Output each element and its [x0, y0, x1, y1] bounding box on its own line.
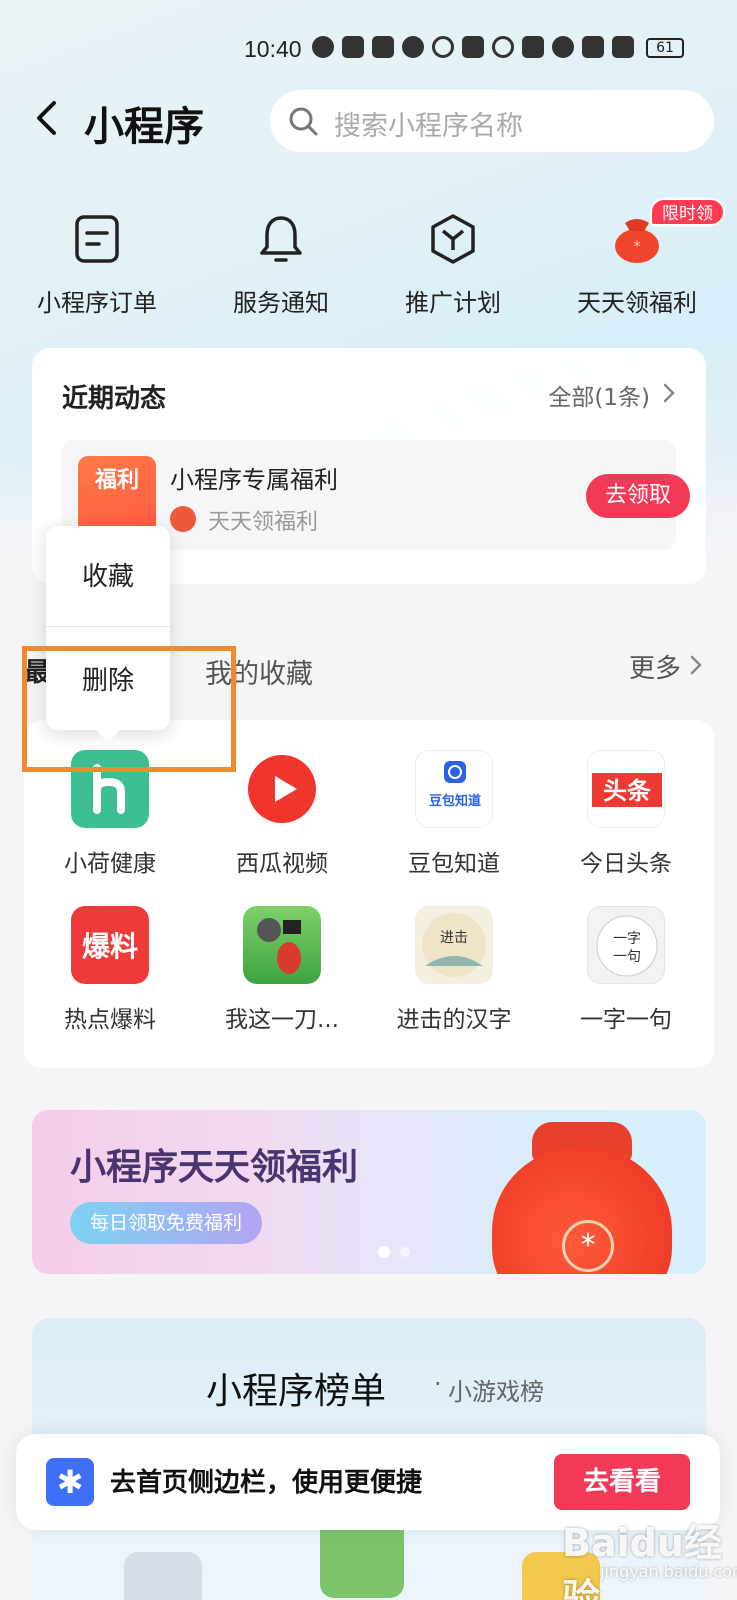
banner-pill: 每日领取免费福利: [70, 1202, 263, 1244]
more-link[interactable]: 更多: [629, 648, 681, 685]
star-icon: *: [562, 1220, 614, 1272]
bell-icon: [260, 216, 302, 262]
ranking-subtitle[interactable]: 小游戏榜: [448, 1372, 544, 1407]
app-label: 我这一刀...: [225, 1007, 339, 1033]
welfare-banner[interactable]: 小程序天天领福利 每日领取免费福利 *: [32, 1110, 706, 1274]
svg-text:豆包知道: 豆包知道: [429, 793, 481, 809]
carousel-dot: [400, 1247, 410, 1257]
ranking-app-icon[interactable]: [124, 1552, 202, 1600]
highlight-box: [22, 646, 236, 772]
app-label: 豆包知道: [408, 851, 500, 877]
quick-action-label: 天天领福利: [577, 289, 697, 317]
chat-icon: [402, 36, 424, 58]
status-icons: [312, 36, 634, 58]
yiziyiju-icon: 一字 一句: [587, 906, 665, 984]
xigua-video-icon: [243, 750, 321, 828]
eye-icon: [432, 36, 454, 58]
carousel-dot-active: [378, 1246, 390, 1258]
search-placeholder: 搜索小程序名称: [334, 111, 523, 142]
asterisk-icon: ✱: [46, 1458, 94, 1506]
app-tile[interactable]: 一字 一句 一字一句: [540, 876, 712, 1033]
banner-title: 小程序天天领福利: [70, 1147, 359, 1188]
app-label: 西瓜视频: [236, 851, 328, 877]
quick-action-label: 小程序订单: [37, 289, 157, 317]
lucky-bag-icon: [170, 506, 196, 532]
quick-action-label: 服务通知: [233, 289, 329, 317]
recent-all-link[interactable]: 全部(1条): [548, 378, 650, 412]
watermark-url: jingyan.baidu.com: [600, 1562, 737, 1581]
hand-icon: [342, 36, 364, 58]
alarm-icon: [492, 36, 514, 58]
app-label: 小荷健康: [64, 851, 156, 877]
app-label: 热点爆料: [64, 1007, 156, 1033]
app-notification-icon: [312, 36, 334, 58]
recent-item-source: 天天领福利: [208, 510, 319, 535]
battery-indicator: 61: [646, 38, 684, 58]
app-label: 进击的汉字: [396, 1007, 512, 1033]
signal-icon: [612, 36, 634, 58]
claim-button[interactable]: 去领取: [586, 474, 690, 518]
order-icon: [75, 215, 119, 263]
welfare-thumb-text: 福利: [94, 468, 139, 493]
toutiao-icon: 头条: [587, 750, 665, 828]
app-label: 一字一句: [580, 1007, 672, 1033]
go-see-button[interactable]: 去看看: [554, 1454, 690, 1510]
ranking-title: 小程序榜单: [206, 1371, 387, 1412]
cube-icon: [431, 214, 475, 264]
svg-text:爆料: 爆料: [82, 930, 138, 963]
wifi-icon: [552, 36, 574, 58]
menu-divider: [46, 626, 170, 627]
svg-text:一字: 一字: [613, 931, 641, 947]
recent-item-name: 小程序专属福利: [170, 466, 338, 494]
hanzi-game-icon: 进击: [415, 906, 493, 984]
limited-time-badge: 限时领: [650, 198, 725, 226]
bluetooth-icon: [522, 36, 544, 58]
svg-text:*: *: [634, 239, 641, 255]
quick-action-notifications[interactable]: 服务通知: [196, 205, 366, 320]
svg-text:一句: 一句: [613, 949, 641, 965]
doubao-icon: 豆包知道: [415, 750, 493, 828]
app-tile[interactable]: 进击 进击的汉字: [368, 876, 540, 1033]
hd-icon: [582, 36, 604, 58]
status-time: 10:40: [244, 36, 302, 62]
watermark: Baidu经验: [562, 1521, 722, 1600]
app-tile[interactable]: 我这一刀...: [196, 876, 368, 1033]
apps-grid-card: 小荷健康 西瓜视频 豆包知道 豆包知道 头条 今日头条 爆料 热点爆料 我这一刀…: [24, 720, 714, 1068]
welfare-thumb-icon: 福利: [78, 456, 156, 534]
sidebar-tip-text: 去首页侧边栏，使用更便捷: [110, 1468, 423, 1498]
menu-item-favorite[interactable]: 收藏: [46, 556, 170, 593]
chevron-right-icon: [690, 655, 702, 675]
search-icon: [289, 107, 318, 136]
game-icon: [243, 906, 321, 984]
app-tile[interactable]: 头条 今日头条: [540, 720, 712, 877]
search-input[interactable]: 搜索小程序名称: [270, 90, 714, 152]
svg-text:进击: 进击: [440, 930, 468, 946]
ranking-separator: ·: [434, 1370, 442, 1398]
nfc-icon: [462, 36, 484, 58]
back-icon[interactable]: [34, 100, 60, 136]
status-bar: 10:40 61: [0, 28, 737, 72]
quick-action-orders[interactable]: 小程序订单: [12, 205, 182, 320]
baoliao-icon: 爆料: [71, 906, 149, 984]
app-tile[interactable]: 爆料 热点爆料: [24, 876, 196, 1033]
recent-title: 近期动态: [62, 384, 167, 414]
chevron-right-icon: [663, 383, 675, 403]
svg-text:头条: 头条: [603, 777, 652, 805]
app-tile[interactable]: 豆包知道 豆包知道: [368, 720, 540, 877]
app-label: 今日头条: [580, 851, 672, 877]
quick-action-label: 推广计划: [405, 289, 501, 317]
page-title: 小程序: [84, 104, 204, 150]
quick-action-promotion[interactable]: 推广计划: [368, 205, 538, 320]
bag-icon: [372, 36, 394, 58]
